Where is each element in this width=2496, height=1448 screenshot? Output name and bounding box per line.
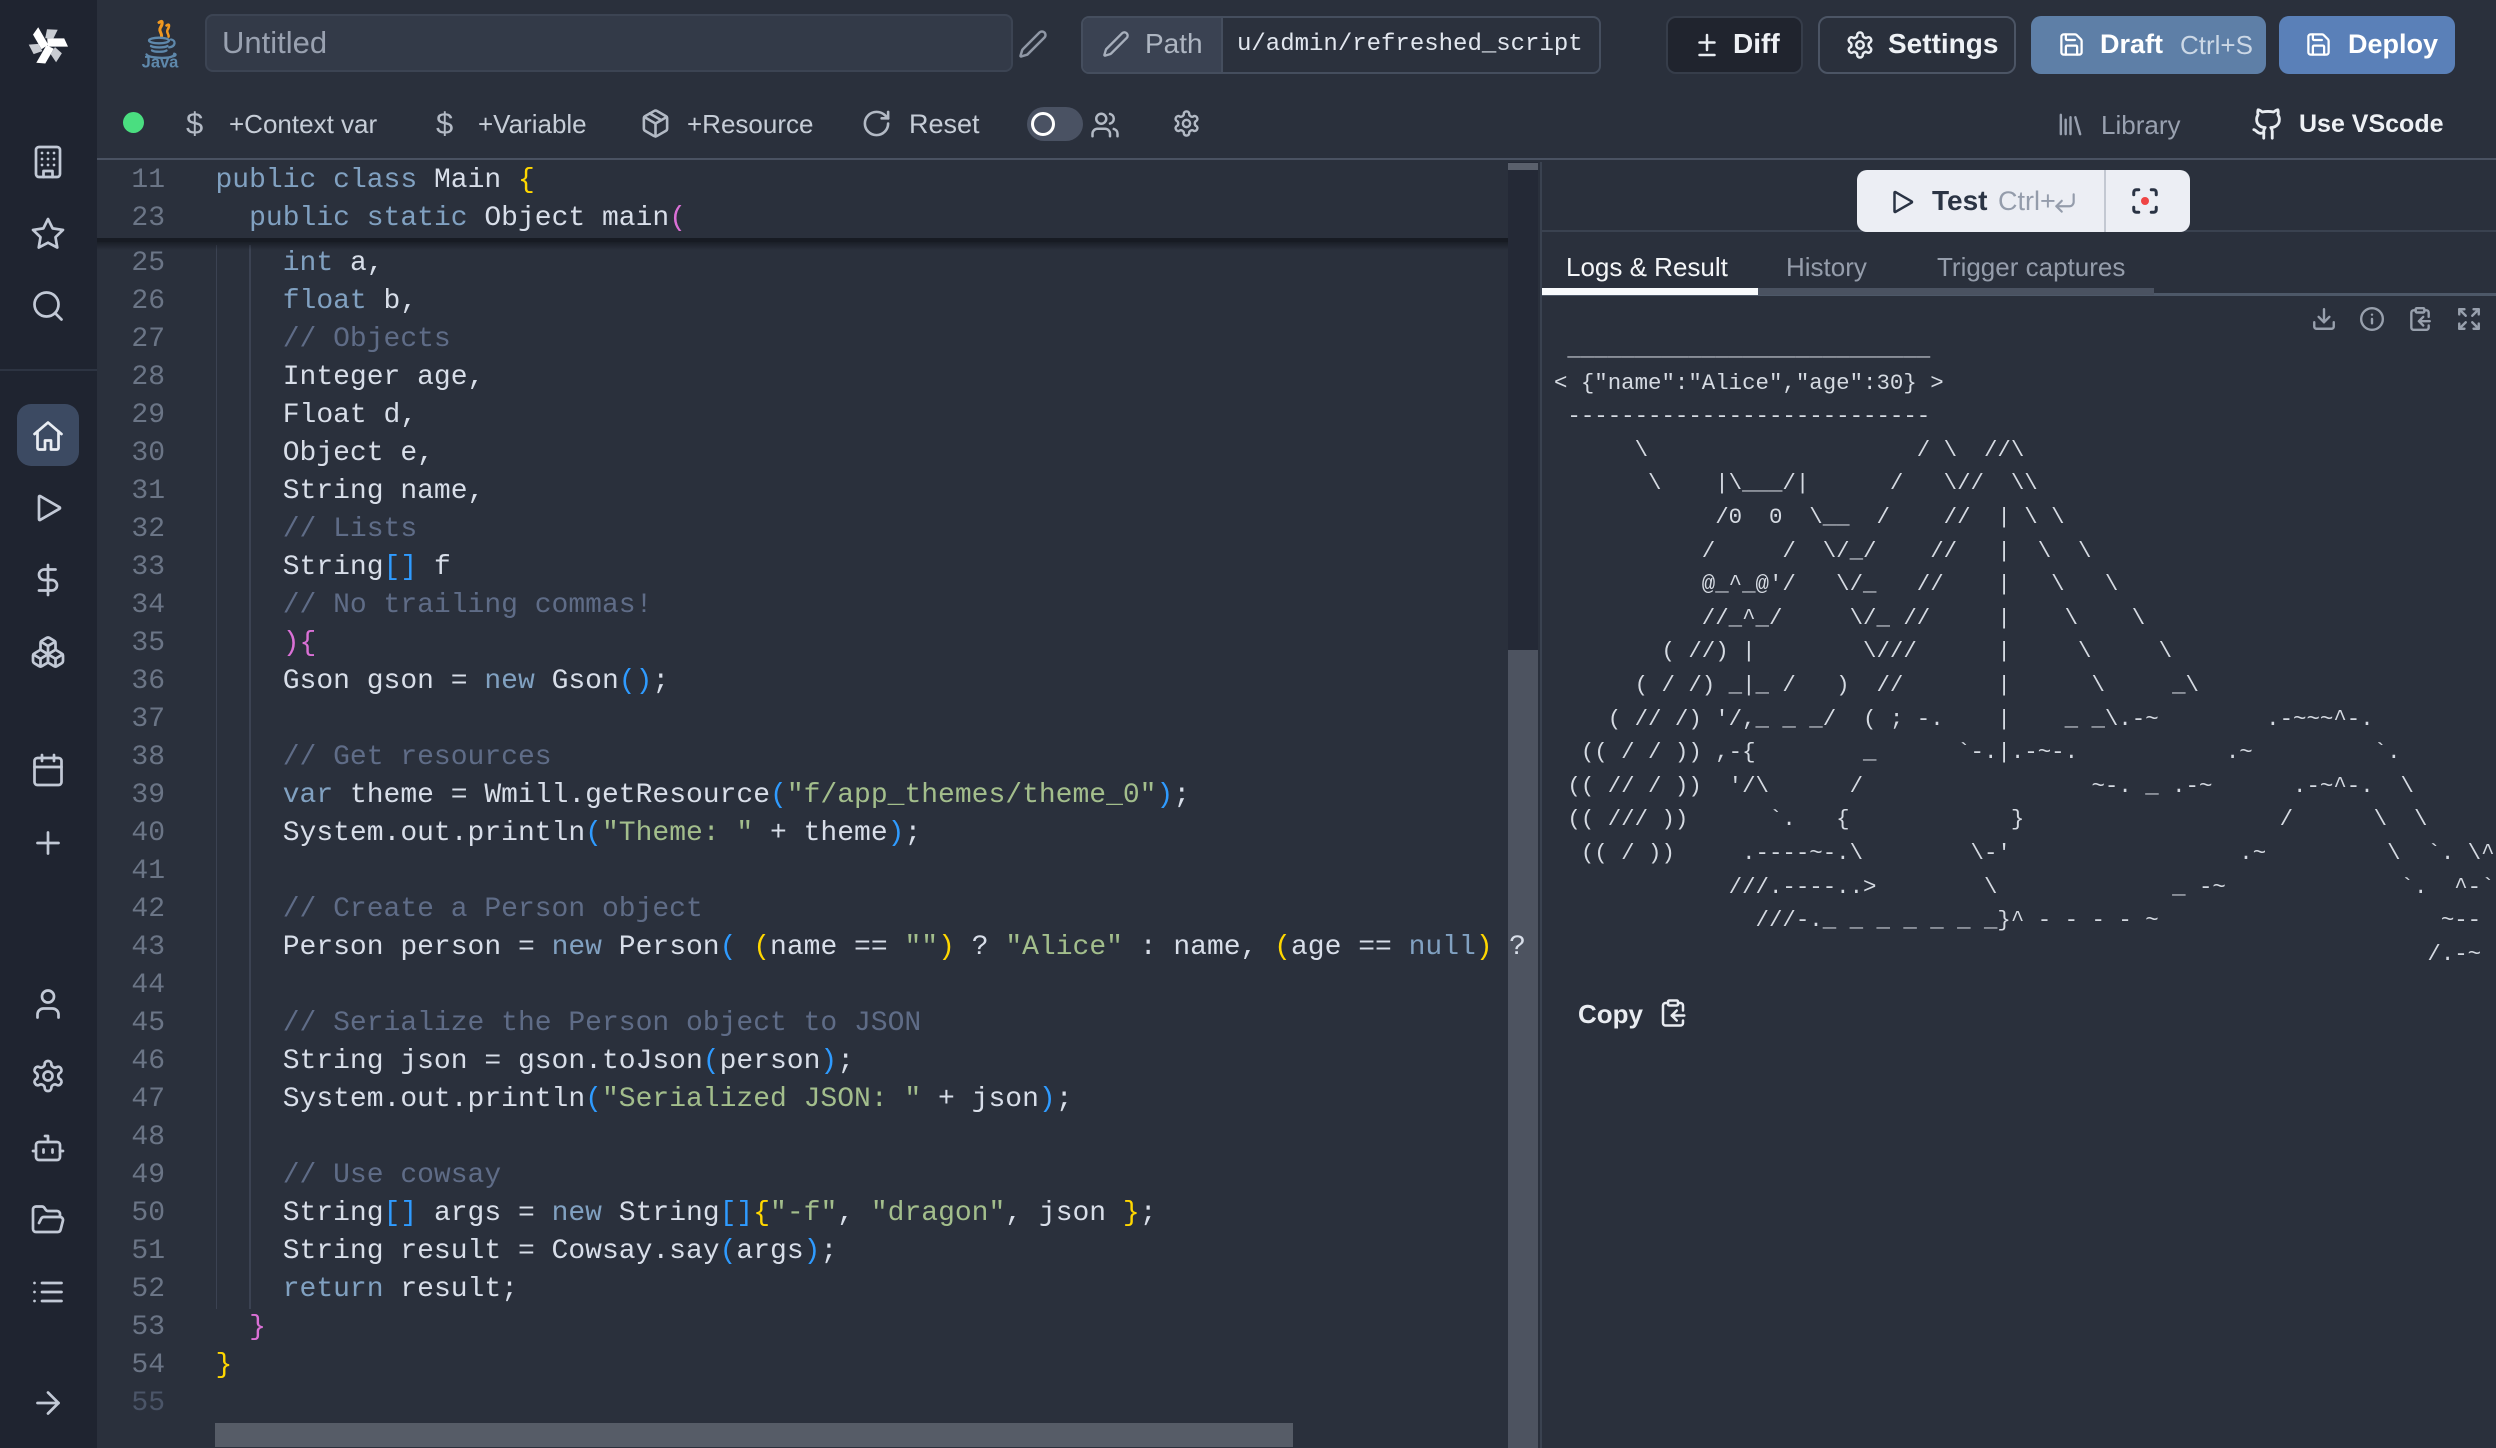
svg-text:Java: Java bbox=[142, 54, 180, 72]
